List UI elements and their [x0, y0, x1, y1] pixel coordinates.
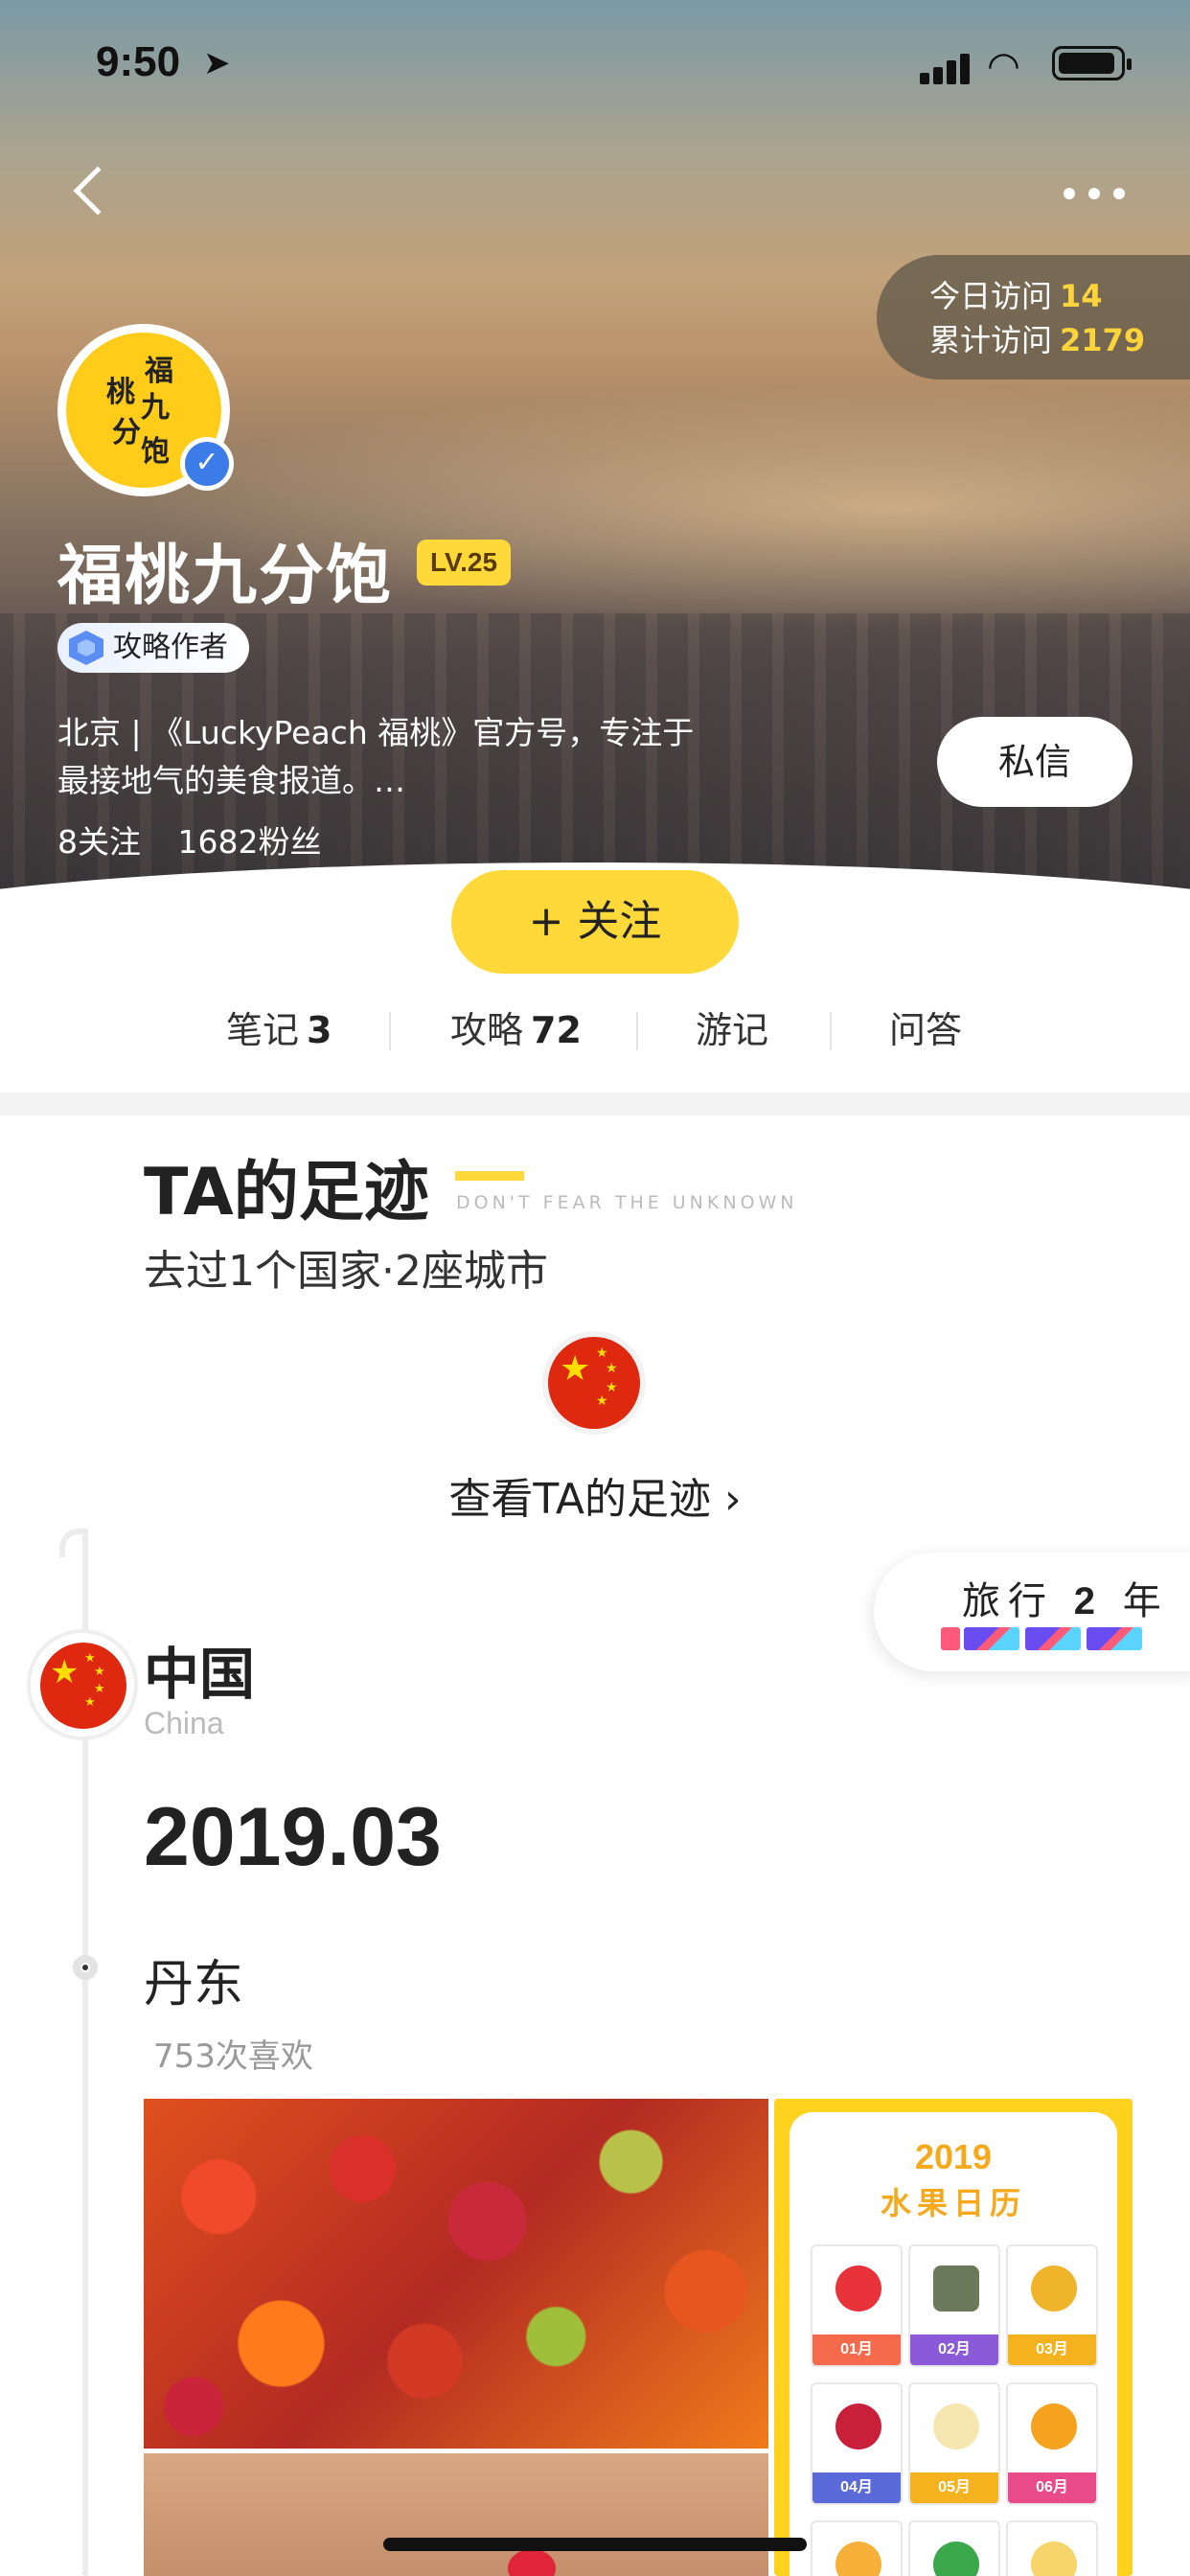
author-badge-label: 攻略作者: [113, 631, 228, 664]
calendar-title: 水果日历: [880, 2185, 1026, 2221]
tab-divider: [389, 1012, 391, 1050]
calendar-month-pear: 05月: [908, 2382, 1000, 2505]
mango-icon: [1031, 2404, 1077, 2450]
travel-years-value: 2: [1073, 1580, 1103, 1622]
tab-notes[interactable]: 笔记 3: [226, 997, 332, 1064]
tab-divider: [636, 1012, 638, 1050]
author-hexagon-icon: [69, 631, 103, 665]
timeline-dot: [73, 1955, 98, 1980]
follow-button[interactable]: + 关注: [451, 870, 739, 974]
pear-icon: [933, 2404, 979, 2450]
followers-count[interactable]: 1682粉丝: [178, 823, 322, 861]
today-visits-label: 今日访问: [929, 278, 1053, 314]
visit-stats: 今日访问 14 累计访问 2179: [877, 255, 1190, 380]
user-name: 福桃九分饱: [57, 539, 394, 614]
food-photo[interactable]: [144, 2453, 768, 2576]
footprints-slogan: DON'T FEAR THE UNKNOWN: [456, 1192, 798, 1213]
china-flag-icon: ★ ★ ★ ★ ★: [40, 1643, 126, 1729]
cherry-icon: [835, 2404, 881, 2450]
more-options-button[interactable]: [1064, 182, 1131, 205]
message-button[interactable]: 私信: [937, 717, 1133, 807]
total-visits-label: 累计访问: [929, 322, 1053, 358]
avatar-logo: 福 桃 九 分 饱: [106, 355, 173, 469]
vegetable-icon: [933, 2266, 979, 2312]
tab-travelogues[interactable]: 游记: [696, 997, 768, 1064]
level-badge: LV.25: [417, 540, 512, 586]
footprints-summary: 去过1个国家·2座城市: [144, 1247, 548, 1296]
author-badge[interactable]: 攻略作者: [57, 623, 249, 673]
china-flag-icon[interactable]: ★ ★ ★ ★ ★: [548, 1337, 640, 1429]
calendar-month-strawberry: 01月: [811, 2244, 903, 2367]
strawberry-icon: [835, 2266, 881, 2312]
title-accent-line: [455, 1171, 524, 1181]
battery-icon: [1052, 46, 1132, 80]
tab-divider: [830, 1012, 832, 1050]
tab-guides[interactable]: 攻略 72: [450, 997, 582, 1064]
status-bar: 9:50 ➤ ◠: [0, 38, 1190, 96]
calendar-month-pineapple: 03月: [1006, 2244, 1098, 2367]
follow-stats: 8关注 1682粉丝: [57, 816, 348, 862]
avatar[interactable]: 福 桃 九 分 饱 ✓: [57, 324, 234, 496]
calendar-year: 2019: [914, 2137, 993, 2176]
verified-badge-icon: ✓: [180, 437, 234, 491]
wifi-icon: ◠: [987, 44, 1020, 88]
section-divider: [0, 1092, 1190, 1116]
fruit-calendar-image[interactable]: 2019 水果日历 01月 02月 03月 04月 05月 06月: [774, 2099, 1133, 2576]
chevron-left-icon: [73, 166, 123, 216]
location-arrow-icon: ➤: [203, 44, 231, 82]
pineapple-icon: [1031, 2266, 1077, 2312]
tomato-icon: [1031, 2542, 1077, 2576]
footprints-title: TA的足迹: [144, 1155, 429, 1230]
following-count[interactable]: 8关注: [57, 823, 141, 861]
calendar-month-vegetable: 02月: [908, 2244, 1000, 2367]
total-visits-value: 2179: [1060, 322, 1146, 358]
user-bio[interactable]: 北京 | 《LuckyPeach 福桃》官方号，专注于 最接地气的美食报道。…: [57, 709, 786, 805]
country-name-english: China: [144, 1706, 224, 1740]
back-button[interactable]: [67, 158, 123, 225]
cellular-signal-icon: [920, 52, 972, 84]
travel-stripes-icon: [941, 1627, 1142, 1650]
visit-date: 2019.03: [144, 1791, 442, 1883]
calendar-month-cherry: 04月: [811, 2382, 903, 2505]
view-footprints-link[interactable]: 查看TA的足迹 ›: [0, 1464, 1190, 1526]
content-tabs: 笔记 3 攻略 72 游记 问答: [0, 997, 1190, 1064]
status-time: 9:50: [96, 38, 181, 85]
calendar-month-tomato: [1006, 2520, 1098, 2576]
calendar-month-watermelon: [908, 2520, 1000, 2576]
fruit-photo[interactable]: [144, 2099, 768, 2449]
calendar-month-peach: [811, 2520, 903, 2576]
likes-count: 753次喜欢: [153, 2037, 313, 2076]
city-name[interactable]: 丹东: [144, 1944, 243, 2015]
home-indicator[interactable]: [383, 2538, 807, 2551]
calendar-month-mango: 06月: [1006, 2382, 1098, 2505]
peach-icon: [835, 2542, 881, 2576]
watermelon-icon: [933, 2542, 979, 2576]
today-visits-value: 14: [1060, 278, 1103, 314]
travel-years-badge: 旅行 2 年: [874, 1552, 1190, 1671]
tab-qa[interactable]: 问答: [889, 997, 962, 1064]
country-name: 中国: [144, 1642, 256, 1707]
